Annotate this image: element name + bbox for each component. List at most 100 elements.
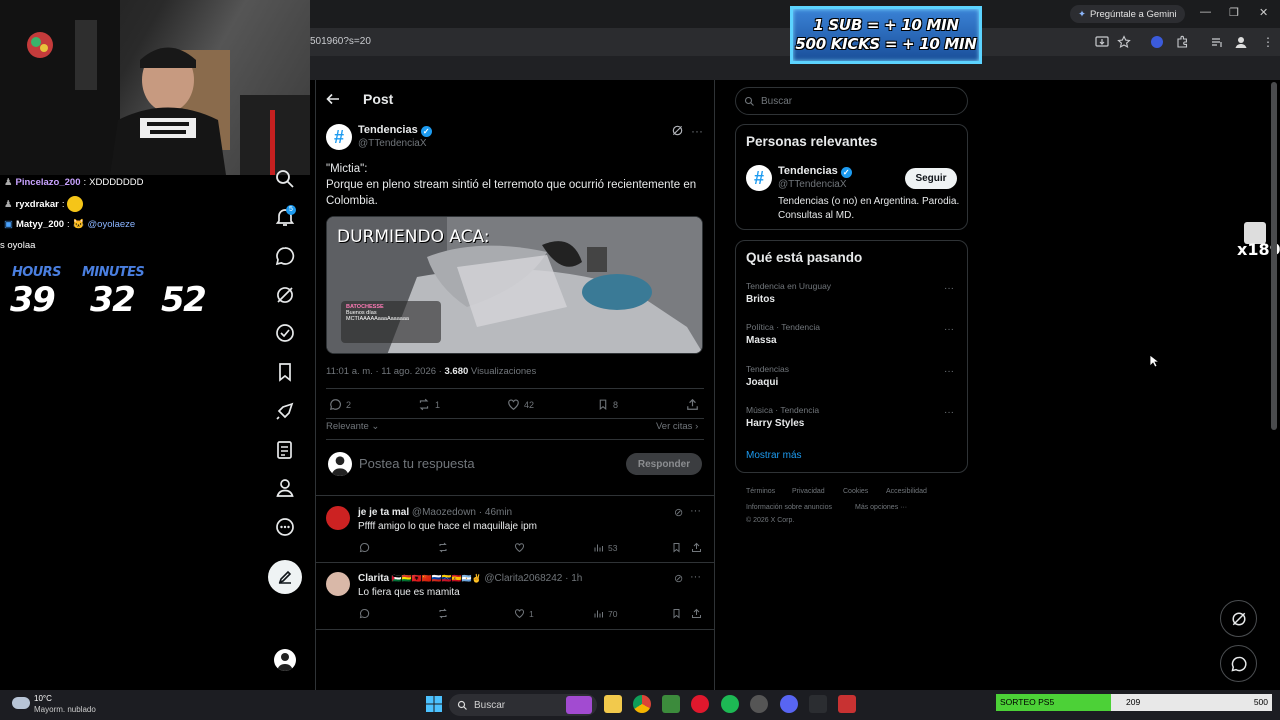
trend-name[interactable]: Britos (746, 294, 775, 305)
footer-accessibility[interactable]: Accesibilidad (886, 488, 927, 495)
trend-name[interactable]: Massa (746, 335, 777, 346)
spotify-icon[interactable] (721, 695, 739, 713)
articles-icon[interactable] (274, 439, 296, 461)
file-explorer-icon[interactable] (604, 695, 622, 713)
trend-category[interactable]: Música · Tendencia (746, 405, 819, 415)
compose-post-button[interactable] (268, 560, 302, 594)
trend-more-icon[interactable]: ··· (944, 366, 954, 377)
reply-author[interactable]: je je ta mal @Maozedown · 46min (358, 507, 512, 518)
weather-temp[interactable]: 10°C (34, 694, 52, 703)
more-icon[interactable] (274, 516, 296, 538)
weather-cloud-icon[interactable] (12, 697, 30, 709)
menu-dots-icon[interactable]: ⋮ (1262, 35, 1274, 49)
footer-privacy[interactable]: Privacidad (792, 488, 825, 495)
author-handle[interactable]: @TTendenciaX (358, 138, 427, 149)
author-avatar[interactable]: # (326, 124, 352, 150)
reply-item[interactable]: je je ta mal @Maozedown · 46min Pffff am… (316, 496, 714, 562)
messages-float-button[interactable] (1220, 645, 1257, 682)
footer-ads-info[interactable]: Información sobre anuncios (746, 504, 832, 511)
bookmarks-icon[interactable] (274, 361, 296, 383)
follow-button[interactable]: Seguir (905, 168, 957, 189)
trend-name[interactable]: Harry Styles (746, 418, 804, 429)
reply-like-action[interactable] (514, 542, 525, 553)
maximize-icon[interactable]: ❐ (1229, 6, 1239, 19)
share-icon[interactable] (691, 542, 702, 553)
reply-reply-action[interactable] (359, 542, 370, 553)
weather-desc[interactable]: Mayorm. nublado (34, 705, 96, 714)
close-icon[interactable]: ✕ (1259, 6, 1268, 19)
media-control-icon[interactable] (1210, 35, 1224, 49)
profile-avatar-icon[interactable] (1234, 35, 1248, 49)
trend-category[interactable]: Tendencias (746, 364, 789, 374)
minimize-icon[interactable]: — (1200, 6, 1211, 18)
install-icon[interactable] (1095, 35, 1109, 49)
search-input[interactable]: Buscar (735, 87, 968, 115)
account-avatar[interactable] (274, 649, 296, 671)
star-icon[interactable] (1117, 35, 1131, 49)
profile-icon[interactable] (274, 477, 296, 499)
bookmark-action[interactable]: 8 (597, 398, 618, 411)
relevant-handle[interactable]: @TTendenciaX (778, 179, 847, 190)
url-text[interactable]: 501960?s=20 (310, 36, 371, 47)
trend-category[interactable]: Política · Tendencia (746, 322, 820, 332)
back-arrow-icon[interactable] (326, 92, 340, 106)
bookmark-icon[interactable] (671, 608, 682, 619)
reply-repost-action[interactable] (437, 542, 449, 553)
search-icon[interactable] (274, 168, 296, 190)
author-name-row[interactable]: Tendencias ✓ (358, 124, 432, 137)
messages-icon[interactable] (274, 245, 296, 267)
reply-item[interactable]: Clarita 🇵🇸🇧🇴🇦🇱🇨🇳🇷🇺🇻🇪🇪🇸🇦🇷✌ @Clarita206824… (316, 563, 714, 629)
footer-terms[interactable]: Términos (746, 488, 775, 495)
reply-input[interactable]: Postea tu respuesta (359, 456, 475, 471)
chrome-icon[interactable] (633, 695, 651, 713)
reply-grok-icon[interactable]: ⊘ (674, 506, 683, 519)
trend-name[interactable]: Joaqui (746, 377, 778, 388)
discord-icon[interactable] (780, 695, 798, 713)
author-name[interactable]: Tendencias (358, 124, 418, 136)
extension-icon[interactable] (1150, 35, 1164, 49)
trend-category[interactable]: Tendencia en Uruguay (746, 281, 831, 291)
trend-more-icon[interactable]: ··· (944, 324, 954, 335)
footer-cookies[interactable]: Cookies (843, 488, 868, 495)
minecraft-icon[interactable] (662, 695, 680, 713)
share-icon[interactable] (691, 608, 702, 619)
footer-more[interactable]: Más opciones ··· (855, 504, 907, 511)
reply-button[interactable]: Responder (626, 453, 702, 475)
reply-avatar[interactable] (326, 572, 350, 596)
grok-icon[interactable] (274, 284, 296, 306)
bookmark-icon[interactable] (671, 542, 682, 553)
steam-icon[interactable] (750, 695, 768, 713)
like-action[interactable]: 42 (507, 398, 534, 411)
reply-grok-icon[interactable]: ⊘ (674, 572, 683, 585)
trend-more-icon[interactable]: ··· (944, 283, 954, 294)
reply-more-icon[interactable]: ··· (690, 505, 701, 517)
grok-float-button[interactable] (1220, 600, 1257, 637)
reply-repost-action[interactable] (437, 608, 449, 619)
sort-dropdown[interactable]: Relevante ⌄ (326, 421, 379, 432)
verified-badge-icon[interactable] (274, 322, 296, 344)
share-icon[interactable] (686, 398, 699, 411)
rocket-icon[interactable] (274, 400, 296, 422)
post-more-icon[interactable]: ··· (691, 124, 703, 138)
post-timestamp[interactable]: 11:01 a. m. · 11 ago. 2026 · (326, 366, 442, 377)
repost-action[interactable]: 1 (417, 398, 440, 411)
reply-more-icon[interactable]: ··· (690, 571, 701, 583)
reply-views-action[interactable]: 53 (593, 542, 617, 553)
obs-icon[interactable] (809, 695, 827, 713)
reply-avatar[interactable] (326, 506, 350, 530)
post-media[interactable]: DURMIENDO ACA: BATOCHESSE Buenos días MC… (326, 216, 703, 354)
reply-reply-action[interactable] (359, 608, 370, 619)
start-icon[interactable] (426, 696, 442, 712)
relevant-avatar[interactable]: # (746, 165, 772, 191)
reply-views-action[interactable]: 70 (593, 608, 617, 619)
puzzle-icon[interactable] (1175, 35, 1189, 49)
trend-more-icon[interactable]: ··· (944, 407, 954, 418)
scrollbar[interactable] (1271, 82, 1277, 430)
relevant-name-row[interactable]: Tendencias ✓ (778, 165, 852, 178)
reply-action[interactable]: 2 (329, 398, 351, 411)
reply-like-action[interactable]: 1 (514, 608, 534, 619)
quotes-link[interactable]: Ver citas › (656, 421, 698, 432)
reply-author[interactable]: Clarita 🇵🇸🇧🇴🇦🇱🇨🇳🇷🇺🇻🇪🇪🇸🇦🇷✌ @Clarita206824… (358, 573, 582, 584)
grok-icon[interactable] (671, 124, 684, 137)
gemini-button[interactable]: ✦ Pregúntale a Gemini (1070, 5, 1185, 23)
